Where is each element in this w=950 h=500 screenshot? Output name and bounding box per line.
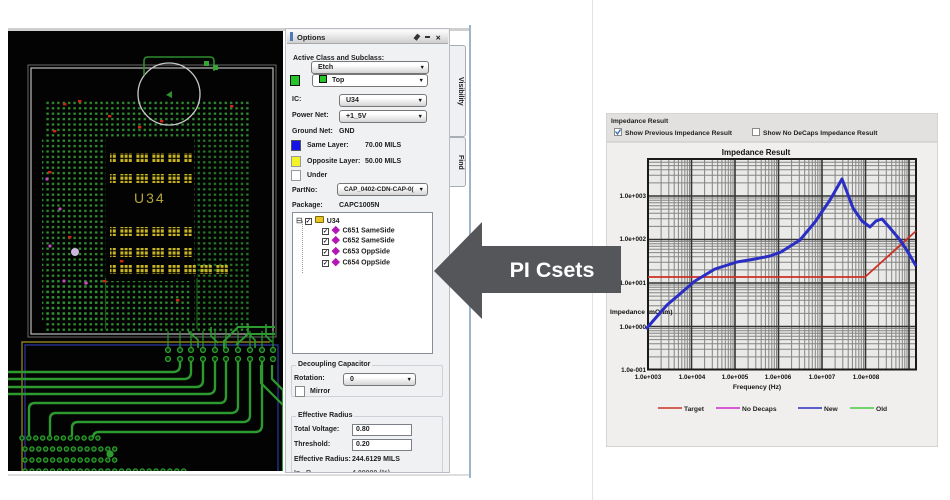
svg-text:1.0e-001: 1.0e-001 <box>621 367 646 374</box>
svg-text:Frequency (Hz): Frequency (Hz) <box>733 384 781 391</box>
svg-text:Show No DeCaps Impedance Resul: Show No DeCaps Impedance Result <box>763 130 878 137</box>
svg-text:1.0e+004: 1.0e+004 <box>679 374 706 381</box>
svg-text:1.0e+005: 1.0e+005 <box>722 374 749 381</box>
svg-text:Show Previous Impedance Result: Show Previous Impedance Result <box>625 130 733 137</box>
svg-text:1.0e+006: 1.0e+006 <box>765 374 792 381</box>
svg-text:1.0e+000: 1.0e+000 <box>620 324 647 331</box>
svg-text:Old: Old <box>876 406 887 413</box>
svg-text:Impedance Result: Impedance Result <box>611 118 669 125</box>
svg-text:PI Csets: PI Csets <box>510 258 595 282</box>
svg-text:1.0e+008: 1.0e+008 <box>853 374 880 381</box>
svg-text:1.0e+007: 1.0e+007 <box>809 374 836 381</box>
svg-text:Impedance Result: Impedance Result <box>722 148 791 157</box>
svg-text:U34: U34 <box>134 190 166 206</box>
svg-text:1.0e+003: 1.0e+003 <box>620 193 647 200</box>
svg-text:1.0e+003: 1.0e+003 <box>635 374 662 381</box>
svg-text:Target: Target <box>684 406 705 413</box>
svg-text:New: New <box>824 406 839 413</box>
svg-text:No Decaps: No Decaps <box>742 406 777 413</box>
